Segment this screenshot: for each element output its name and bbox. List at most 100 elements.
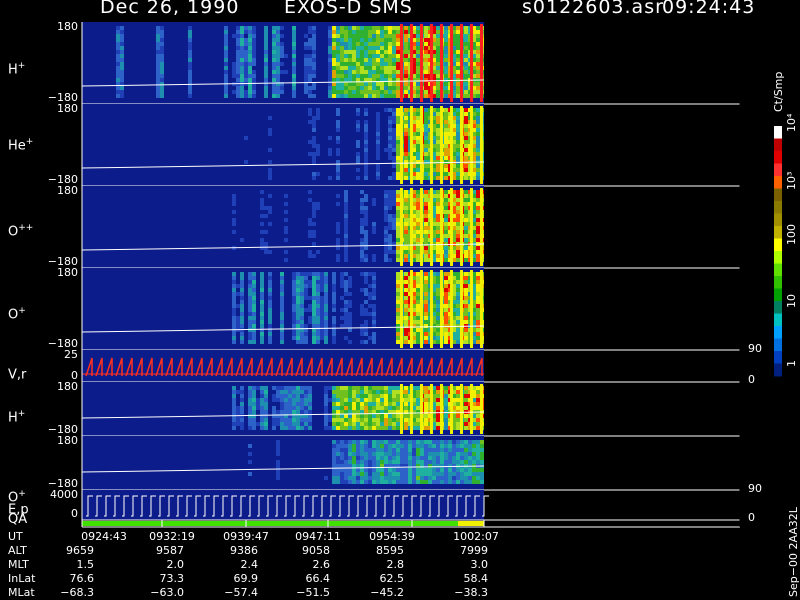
spectrogram-cell <box>464 70 468 74</box>
spectrogram-cell <box>380 444 384 448</box>
spectrogram-cell <box>456 42 460 46</box>
spectrogram-cell <box>476 42 480 46</box>
spectrogram-cell <box>404 246 408 250</box>
spectrogram-cell <box>352 414 356 418</box>
spectrogram-cell <box>436 140 440 144</box>
spectrogram-cell <box>436 206 440 210</box>
spectrogram-cell <box>308 272 312 276</box>
spectrogram-cell <box>476 426 480 430</box>
spectrogram-cell <box>464 112 468 116</box>
spectrogram-cell <box>404 440 408 444</box>
spectrogram-cell <box>336 172 340 176</box>
spectrogram-cell <box>396 112 400 116</box>
spectrogram-cell <box>344 422 348 426</box>
spectrogram-cell <box>476 340 480 344</box>
spectrogram-cell <box>360 62 364 66</box>
spectrogram-cell <box>448 444 452 448</box>
spectrogram-cell <box>252 402 256 406</box>
spectrogram-cell <box>312 202 316 206</box>
spectrogram-cell <box>300 422 304 426</box>
spectrogram-cell <box>436 66 440 70</box>
spectrogram-cell <box>464 246 468 250</box>
spectrogram-cell <box>340 90 344 94</box>
spectrogram-cell <box>456 128 460 132</box>
spectrogram-cell <box>120 54 124 58</box>
spectrogram-cell <box>476 26 480 30</box>
spectrogram-cell <box>392 140 396 144</box>
spectrogram-cell <box>448 460 452 464</box>
spectrogram-cell <box>452 476 456 480</box>
spectrogram-cell <box>388 58 392 62</box>
spectrogram-cell <box>476 58 480 62</box>
spectrogram-cell <box>252 320 256 324</box>
spectrogram-cell <box>380 398 384 402</box>
spectrogram-cell <box>360 254 364 258</box>
spectrogram-cell <box>456 34 460 38</box>
spectrogram-cell <box>480 480 484 484</box>
spectrogram-cell <box>476 38 480 42</box>
spectrogram-cell <box>364 238 368 242</box>
spectrogram-cell <box>240 276 244 280</box>
spectrogram-cell <box>444 112 448 116</box>
spectrogram-cell <box>240 320 244 324</box>
spectrogram-cell <box>264 34 268 38</box>
spectrogram-cell <box>404 222 408 226</box>
spectrogram-cell <box>376 74 380 78</box>
spectrogram-cell <box>464 414 468 418</box>
spectrogram-cell <box>260 292 264 296</box>
spectrogram-cell <box>384 198 388 202</box>
spectrogram-cell <box>464 292 468 296</box>
spectrogram-cell <box>308 308 312 312</box>
spectrogram-cell <box>344 410 348 414</box>
spectrogram-cell <box>464 30 468 34</box>
spectrogram-cell <box>392 30 396 34</box>
colorbar-segment <box>774 301 782 314</box>
spectrogram-cell <box>276 394 280 398</box>
spectrogram-cell <box>160 46 164 50</box>
spectrogram-cell <box>356 128 360 132</box>
spectrogram-cell <box>340 464 344 468</box>
spectrogram-cell <box>280 90 284 94</box>
spectrogram-cell <box>232 288 236 292</box>
spectrogram-cell <box>240 300 244 304</box>
spectrogram-cell <box>348 30 352 34</box>
spectrogram-cell <box>420 452 424 456</box>
spectrogram-cell <box>348 70 352 74</box>
spectrogram-cell <box>464 440 468 444</box>
spectrogram-cell <box>280 272 284 276</box>
spectrogram-cell <box>120 90 124 94</box>
spectrogram-cell <box>328 46 332 50</box>
spectrogram-cell <box>480 460 484 464</box>
spectrogram-cell <box>336 422 340 426</box>
spectrogram-cell <box>292 34 296 38</box>
colorbar-tick: 100 <box>785 224 798 245</box>
colorbar-title: Ct/Smp <box>772 71 785 112</box>
spectrogram-cell <box>404 312 408 316</box>
spectrogram-cell <box>120 34 124 38</box>
ephem-value: 7999 <box>460 544 488 557</box>
colorbar-tick: 10³ <box>785 171 798 190</box>
spectrogram-cell <box>428 472 432 476</box>
spectrogram-cell <box>404 422 408 426</box>
spectrogram-cell <box>456 402 460 406</box>
spectrogram-cell <box>404 230 408 234</box>
spectrogram-cell <box>364 418 368 422</box>
spectrogram-cell <box>332 406 336 410</box>
spectrogram-cell <box>456 272 460 276</box>
spectrogram-cell <box>304 426 308 430</box>
spectrogram-cell <box>424 222 428 226</box>
spectrogram-cell <box>352 82 356 86</box>
spectrogram-cell <box>344 480 348 484</box>
spectrogram-cell <box>252 86 256 90</box>
spectrogram-cell <box>460 468 464 472</box>
spectrogram-cell <box>232 394 236 398</box>
spectrogram-cell <box>240 386 244 390</box>
spectrogram-cell <box>404 386 408 390</box>
spectrogram-cell <box>312 50 316 54</box>
spectrogram-cell <box>476 194 480 198</box>
spectrogram-cell <box>300 316 304 320</box>
ephem-value: 62.5 <box>379 572 405 585</box>
panel-label-species: H <box>8 410 18 426</box>
spectrogram-cell <box>396 440 400 444</box>
spectrogram-cell <box>336 386 340 390</box>
